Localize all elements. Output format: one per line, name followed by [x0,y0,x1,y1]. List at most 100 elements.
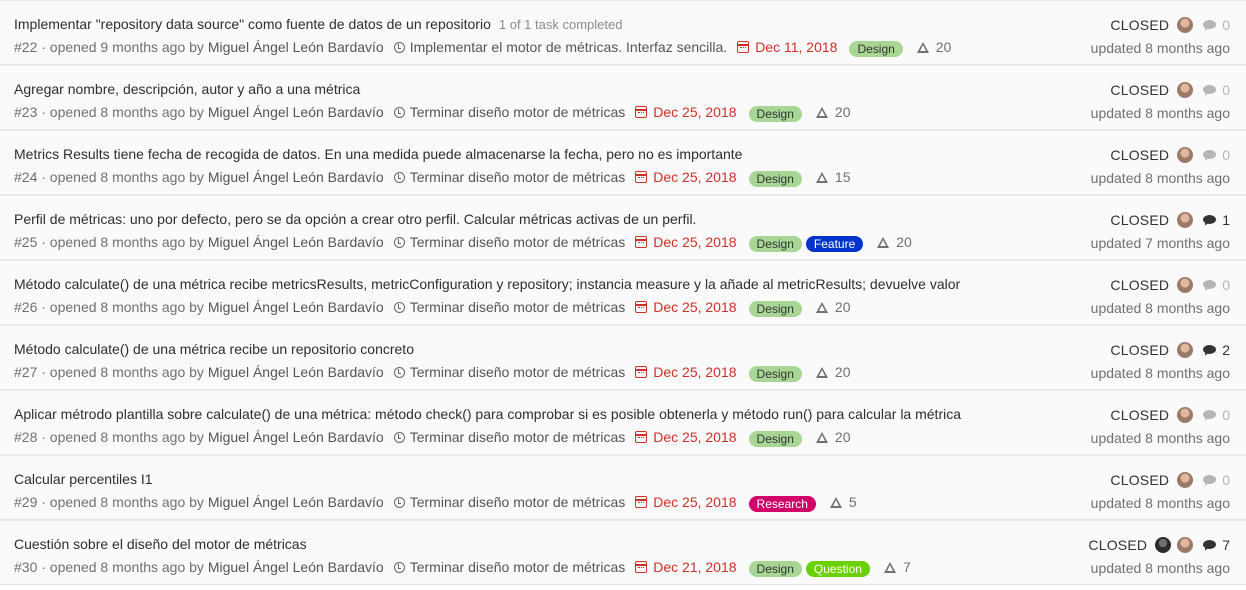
issue-label[interactable]: Design [748,560,802,577]
issue-ref: #25 [14,234,38,250]
milestone-link[interactable]: Terminar diseño motor de métricas [393,297,625,317]
updated-time: updated 8 months ago [1090,430,1230,446]
comments-link[interactable]: 0 [1203,145,1230,165]
updated-time: updated 8 months ago [1090,40,1230,56]
author-link[interactable]: Miguel Ángel León Bardavío [208,297,384,317]
milestone-link[interactable]: Terminar diseño motor de métricas [393,557,625,577]
assignee-avatar[interactable] [1177,472,1194,488]
milestone-link[interactable]: Terminar diseño motor de métricas [393,492,626,512]
milestone-link[interactable]: Terminar diseño motor de métricas [393,362,625,382]
opened-text: · opened 8 months ago by [37,234,208,250]
comments-link[interactable]: 1 [1203,210,1230,230]
issue-title-link[interactable]: Metrics Results tiene fecha de recogida … [14,146,742,162]
calendar-icon [635,171,648,183]
comments-link[interactable]: 0 [1203,470,1230,490]
issue-weight: 20 [815,102,850,122]
author-link[interactable]: Miguel Ángel León Bardavío [208,492,384,512]
issue-state: CLOSED [1110,82,1170,98]
issue-row: Metrics Results tiene fecha de recogida … [0,130,1246,195]
issue-row: Agregar nombre, descripción, autor y año… [0,65,1246,130]
issue-label[interactable]: Research [748,495,816,512]
assignee-avatar[interactable] [1177,212,1194,228]
issue-title-link[interactable]: Calcular percentiles I1 [14,471,153,487]
author-link[interactable]: Miguel Ángel León Bardavío [208,37,384,57]
author-link[interactable]: Miguel Ángel León Bardavío [208,557,384,577]
issue-ref: #27 [14,364,38,380]
weight-icon [916,41,929,53]
issue-title-link[interactable]: Método calculate() de una métrica recibe… [14,341,414,357]
issue-label[interactable]: Design [748,105,802,122]
assignee-avatar[interactable] [1155,537,1172,553]
assignee-avatar[interactable] [1177,82,1194,98]
assignee-avatar[interactable] [1177,147,1194,163]
assignee-avatar[interactable] [1177,537,1194,553]
opened-text: · opened 8 months ago by [37,559,208,575]
weight-value: 20 [896,234,912,250]
calendar-icon [635,106,648,118]
milestone-title: Terminar diseño motor de métricas [409,234,626,250]
milestone-link[interactable]: Terminar diseño motor de métricas [393,427,625,447]
comments-icon [1203,475,1217,485]
comments-count: 0 [1222,82,1230,98]
issue-label[interactable]: Feature [805,235,864,252]
comments-link[interactable]: 0 [1203,80,1230,100]
issue-label[interactable]: Design [748,235,802,252]
issue-label[interactable]: Design [748,430,802,447]
issue-title-link[interactable]: Perfil de métricas: uno por defecto, per… [14,211,696,227]
comments-link[interactable]: 2 [1203,340,1230,360]
author-link[interactable]: Miguel Ángel León Bardavío [208,362,384,382]
due-date: Dec 25, 2018 [635,102,737,122]
task-status: 1 of 1 task completed [498,17,623,32]
issue-labels: Design [748,363,806,382]
weight-value: 15 [834,169,851,185]
weight-icon [815,431,828,443]
milestone-link[interactable]: Terminar diseño motor de métricas [393,167,625,187]
comments-link[interactable]: 0 [1203,15,1230,35]
assignee-avatar[interactable] [1177,342,1194,358]
weight-icon [815,106,828,118]
issue-title-link[interactable]: Cuestión sobre el diseño del motor de mé… [14,536,307,552]
milestone-title: Terminar diseño motor de métricas [409,494,626,510]
issue-label[interactable]: Design [748,170,802,187]
comments-link[interactable]: 7 [1203,535,1230,555]
issue-label[interactable]: Design [748,365,802,382]
due-date: Dec 25, 2018 [635,232,737,252]
issue-label[interactable]: Design [849,40,903,57]
issue-ref: #26 [14,299,38,315]
issue-title-line: Perfil de métricas: uno por defecto, per… [14,209,696,229]
issue-labels: Design Feature [748,233,868,252]
opened-text: · opened 8 months ago by [37,104,208,120]
issue-label[interactable]: Design [748,300,802,317]
author-link[interactable]: Miguel Ángel León Bardavío [208,167,384,187]
weight-value: 20 [834,364,851,380]
milestone-link[interactable]: Implementar el motor de métricas. Interf… [393,37,727,57]
comments-icon [1203,85,1217,95]
comments-link[interactable]: 0 [1203,405,1230,425]
issue-title-link[interactable]: Método calculate() de una métrica recibe… [14,276,960,292]
assignee-avatar[interactable] [1177,407,1194,423]
milestone-link[interactable]: Terminar diseño motor de métricas [393,102,625,122]
comments-link[interactable]: 0 [1203,275,1230,295]
assignee-avatar[interactable] [1177,277,1194,293]
due-date-text: Dec 25, 2018 [653,299,737,315]
issue-label[interactable]: Question [805,560,870,577]
issue-title-link[interactable]: Aplicar métrodo plantilla sobre calculat… [14,406,961,422]
opened-text: · opened 8 months ago by [37,299,208,315]
issue-row: Perfil de métricas: uno por defecto, per… [0,195,1246,260]
author-link[interactable]: Miguel Ángel León Bardavío [208,427,384,447]
issue-title-link[interactable]: Agregar nombre, descripción, autor y año… [14,81,360,97]
author-link[interactable]: Miguel Ángel León Bardavío [208,232,384,252]
milestone-link[interactable]: Terminar diseño motor de métricas [393,232,626,252]
assignee-avatar[interactable] [1177,17,1194,33]
weight-value: 20 [834,429,851,445]
issue-title-link[interactable]: Implementar "repository data source" com… [14,16,491,32]
due-date: Dec 11, 2018 [737,37,837,57]
issue-ref: #30 [14,559,38,575]
milestone-clock-icon [393,41,405,53]
issue-title-line: Agregar nombre, descripción, autor y año… [14,79,360,99]
author-link[interactable]: Miguel Ángel León Bardavío [208,102,384,122]
issue-meta: #28 · opened 8 months ago by Miguel Ánge… [14,427,850,447]
issue-title-line: Implementar "repository data source" com… [14,14,622,35]
weight-value: 20 [834,299,851,315]
calendar-icon [635,561,648,573]
